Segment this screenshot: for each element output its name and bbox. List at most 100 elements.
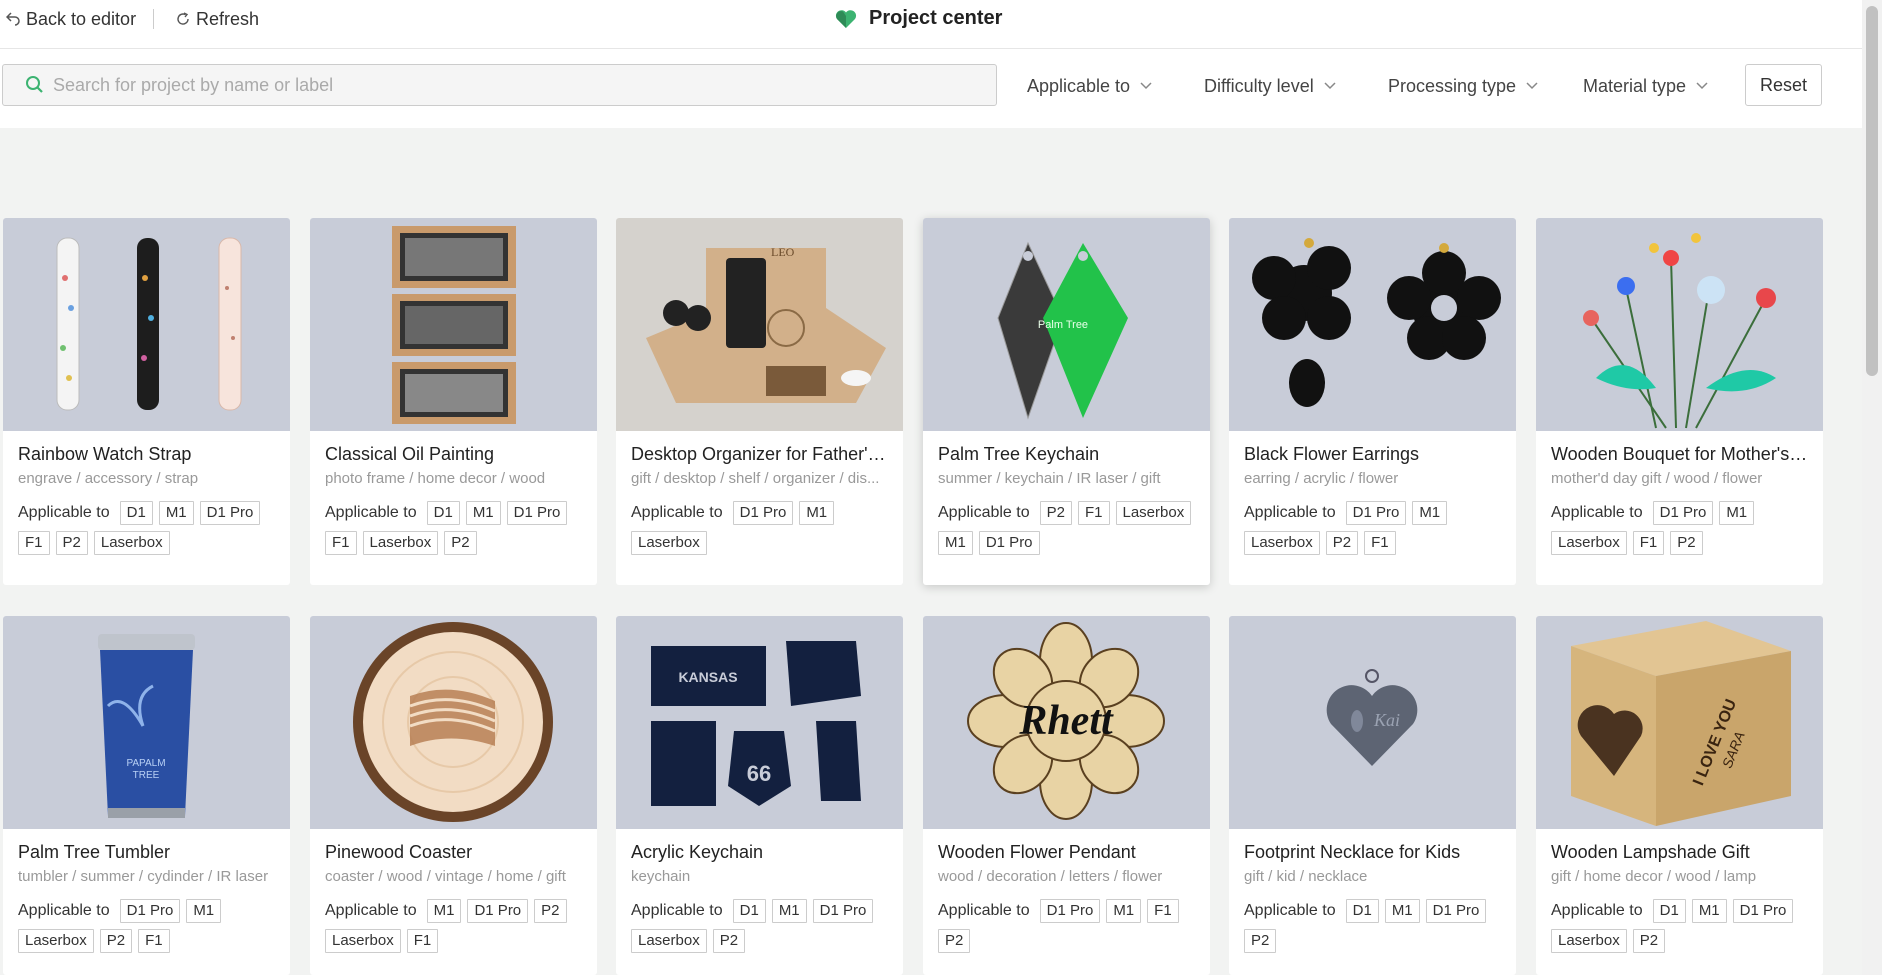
project-thumbnail <box>1229 218 1516 431</box>
project-card[interactable]: LEO Desktop Organizer for Father's ... g… <box>616 218 903 585</box>
bouquet-image <box>1583 233 1776 429</box>
device-chip: D1 Pro <box>119 899 181 923</box>
project-card[interactable]: Palm Tree Palm Tree Keychain summer / ke… <box>923 218 1210 585</box>
project-name: Rainbow Watch Strap <box>18 444 192 464</box>
search-box[interactable] <box>2 64 997 106</box>
applicable-to-dropdown[interactable]: Applicable to <box>1027 75 1152 97</box>
project-card[interactable]: Rhett Wooden Flower Pendant wood / decor… <box>923 616 1210 975</box>
applicable-label: Applicable to <box>938 504 1030 521</box>
project-name: Acrylic Keychain <box>631 842 764 862</box>
applicable-devices: Applicable to D1 M1 D1 Pro F1 Laserbox P… <box>325 501 582 555</box>
pendant-engraving: Rhett <box>1018 698 1114 744</box>
applicable-label: Applicable to <box>938 902 1030 919</box>
device-chip: P2 <box>938 929 971 953</box>
state-keychains-image: KANSAS 66 <box>651 641 861 806</box>
project-card[interactable]: KANSAS 66 Acrylic Keychain keychain Appl… <box>616 616 903 975</box>
project-tags: mother'd day gift / wood / flower <box>1551 470 1763 487</box>
project-card[interactable]: PAPALM TREE Palm Tree Tumbler tumbler / … <box>3 616 290 975</box>
device-chip: F1 <box>1147 899 1179 923</box>
processing-type-dropdown[interactable]: Processing type <box>1388 75 1538 97</box>
device-chip: F1 <box>406 929 439 953</box>
refresh-button[interactable]: Refresh <box>176 8 259 30</box>
palm-keychains-image: Palm Tree <box>997 241 1128 420</box>
project-tags: gift / desktop / shelf / organizer / dis… <box>631 470 880 487</box>
project-name: Palm Tree Tumbler <box>18 842 171 862</box>
project-name: Black Flower Earrings <box>1244 444 1420 464</box>
tumbler-engraving: PAPALM <box>126 758 165 769</box>
applicable-devices: Applicable to D1 Pro M1 Laserbox <box>631 501 888 555</box>
organizer-engraving: LEO <box>771 245 795 259</box>
project-thumbnail: Palm Tree <box>923 218 1210 431</box>
device-chip: Laserbox <box>1551 531 1627 555</box>
applicable-to-label: Applicable to <box>1027 75 1131 96</box>
project-card[interactable]: I LOVE YOU SARA Wooden Lampshade Gift gi… <box>1536 616 1823 975</box>
flower-pendant-image: Rhett <box>967 622 1165 820</box>
necklace-engraving: Kai <box>1373 710 1400 730</box>
material-type-label: Material type <box>1583 75 1687 96</box>
difficulty-level-label: Difficulty level <box>1204 75 1314 96</box>
device-chip: M1 <box>1106 899 1142 923</box>
applicable-devices: Applicable to D1 M1 D1 Pro Laserbox P2 <box>1551 899 1808 953</box>
keychain-engraving: Palm Tree <box>1038 319 1088 331</box>
divider <box>153 9 154 29</box>
project-thumbnail <box>310 616 597 829</box>
project-name: Desktop Organizer for Father's ... <box>631 444 888 464</box>
device-chip: D1 Pro <box>506 501 568 525</box>
device-chip: M1 <box>1384 899 1420 923</box>
applicable-devices: Applicable to D1 M1 D1 Pro Laserbox P2 <box>631 899 888 953</box>
project-card[interactable]: Black Flower Earrings earring / acrylic … <box>1229 218 1516 585</box>
tumbler-image: PAPALM TREE <box>98 634 195 818</box>
project-name: Classical Oil Painting <box>325 444 495 464</box>
project-card[interactable]: Kai Footprint Necklace for Kids gift / k… <box>1229 616 1516 975</box>
device-chip: D1 Pro <box>1345 501 1407 525</box>
applicable-label: Applicable to <box>18 504 110 521</box>
heart-necklace-image: Kai <box>1326 669 1418 766</box>
device-chip: Laserbox <box>18 929 94 953</box>
project-thumbnail: I LOVE YOU SARA <box>1536 616 1823 829</box>
framed-paintings-image <box>392 226 516 424</box>
applicable-label: Applicable to <box>18 902 110 919</box>
top-bar: Back to editor Refresh Project center <box>0 0 1862 49</box>
device-chip: M1 <box>799 501 835 525</box>
project-card[interactable]: Wooden Bouquet for Mother's ... mother'd… <box>1536 218 1823 585</box>
project-card[interactable]: Pinewood Coaster coaster / wood / vintag… <box>310 616 597 975</box>
device-chip: D1 Pro <box>1039 899 1101 923</box>
device-chip: P2 <box>55 531 88 555</box>
project-card[interactable]: Rainbow Watch Strap engrave / accessory … <box>3 218 290 585</box>
project-tags: gift / kid / necklace <box>1244 868 1368 885</box>
applicable-devices: Applicable to P2 F1 Laserbox M1 D1 Pro <box>938 501 1195 555</box>
applicable-label: Applicable to <box>1244 504 1336 521</box>
back-to-editor-button[interactable]: Back to editor <box>6 8 136 30</box>
page-scrollbar[interactable] <box>1862 0 1882 975</box>
device-chip: M1 <box>426 899 462 923</box>
search-input[interactable] <box>53 74 953 96</box>
scrollbar-thumb[interactable] <box>1866 6 1878 376</box>
device-chip: Laserbox <box>93 531 170 555</box>
project-name: Wooden Lampshade Gift <box>1551 842 1750 862</box>
device-chip: D1 <box>1652 899 1686 923</box>
desk-organizer-image: LEO <box>646 245 886 403</box>
device-chip: F1 <box>1364 531 1396 555</box>
device-chip: Laserbox <box>362 531 439 555</box>
device-chip: Laserbox <box>1551 929 1627 953</box>
project-card[interactable]: Classical Oil Painting photo frame / hom… <box>310 218 597 585</box>
reset-button[interactable]: Reset <box>1745 64 1822 106</box>
project-tags: photo frame / home decor / wood <box>325 470 546 487</box>
search-icon <box>26 76 43 93</box>
coaster-image <box>353 622 553 822</box>
applicable-devices: Applicable to D1 Pro M1 Laserbox P2 F1 <box>18 899 275 953</box>
device-chip: D1 Pro <box>812 899 874 923</box>
device-chip: D1 Pro <box>978 531 1040 555</box>
applicable-devices: Applicable to D1 Pro M1 Laserbox P2 F1 <box>1244 501 1501 555</box>
applicable-devices: Applicable to D1 Pro M1 F1 P2 <box>938 899 1195 953</box>
difficulty-level-dropdown[interactable]: Difficulty level <box>1204 75 1336 97</box>
device-chip: D1 Pro <box>199 501 261 525</box>
applicable-label: Applicable to <box>325 902 417 919</box>
page-title: Project center <box>835 7 1002 30</box>
device-chip: F1 <box>1632 531 1665 555</box>
chevron-down-icon <box>1324 82 1336 90</box>
material-type-dropdown[interactable]: Material type <box>1583 75 1708 97</box>
device-chip: F1 <box>18 531 50 555</box>
device-chip: P2 <box>1670 531 1703 555</box>
device-chip: D1 Pro <box>1732 899 1794 923</box>
